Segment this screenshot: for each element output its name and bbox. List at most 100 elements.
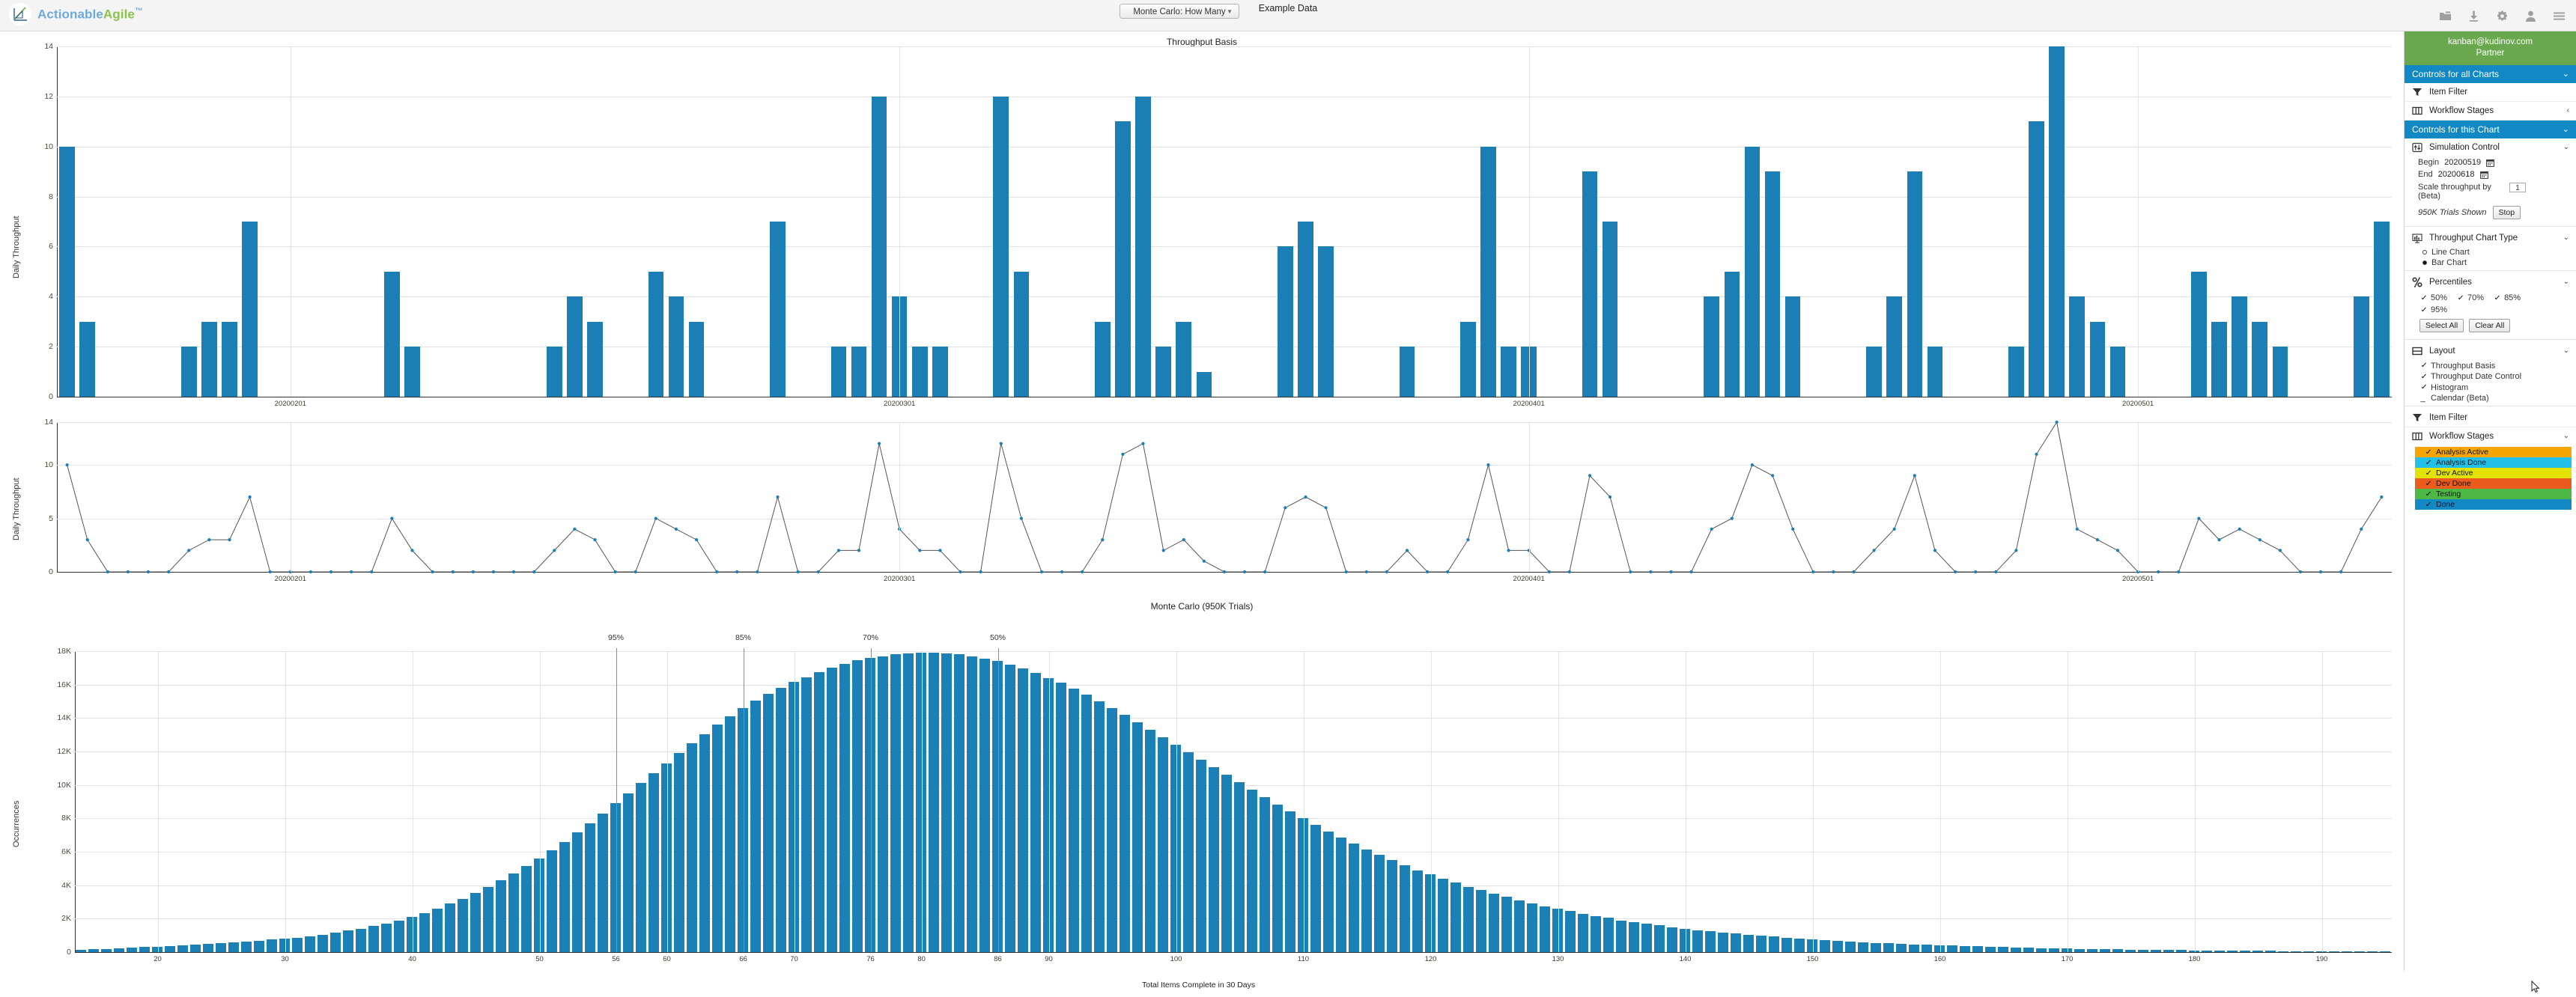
monte-carlo-title: Monte Carlo (950K Trials) bbox=[1150, 601, 1254, 612]
percentiles-checkbox-group: ✓ 50% ✓ 70% ✓ 85% ✓ 95% bbox=[2405, 291, 2541, 316]
menu-icon[interactable] bbox=[2553, 10, 2566, 22]
x-axis-tick: 40 bbox=[408, 955, 416, 963]
histogram-bar bbox=[165, 945, 175, 952]
x-grid-line bbox=[157, 651, 159, 952]
throughput-bar bbox=[1724, 271, 1740, 397]
throughput-bar bbox=[2374, 222, 2390, 397]
workflow-stage-item[interactable]: ✓ Testing bbox=[2415, 489, 2572, 499]
workflow-stage-item[interactable]: ✓ Analysis Active bbox=[2415, 447, 2572, 457]
percentile-checkbox-95[interactable]: ✓ 95% bbox=[2420, 305, 2447, 314]
sidebar-item-workflow-stages-global[interactable]: Workflow Stages ‹ bbox=[2405, 102, 2576, 121]
simulation-end-row[interactable]: End 20200618 bbox=[2405, 168, 2576, 180]
percentile-checkbox-50[interactable]: ✓ 50% bbox=[2420, 293, 2447, 302]
workflow-stage-item[interactable]: ✓ Analysis Done bbox=[2415, 457, 2572, 468]
histogram-bar bbox=[598, 813, 608, 952]
columns-icon bbox=[2412, 106, 2422, 116]
calendar-icon[interactable] bbox=[2486, 159, 2494, 167]
layout-option-throughput-date-control[interactable]: ✓ Throughput Date Control bbox=[2405, 371, 2576, 382]
layout-option-calendar[interactable]: _ Calendar (Beta) bbox=[2405, 393, 2576, 404]
histogram-bar bbox=[2176, 950, 2187, 952]
x-axis-tick: 20200501 bbox=[2121, 400, 2154, 408]
y-axis-tick: 10K bbox=[57, 780, 71, 790]
histogram-bar bbox=[1692, 930, 1703, 952]
histogram-bar bbox=[878, 656, 888, 952]
percentiles-header[interactable]: Percentiles ⌄ bbox=[2405, 273, 2576, 291]
folder-icon[interactable] bbox=[2439, 10, 2452, 22]
user-icon[interactable] bbox=[2524, 10, 2537, 22]
layout-icon bbox=[2412, 346, 2422, 356]
histogram-bar bbox=[368, 926, 379, 952]
unchecked-icon: _ bbox=[2420, 394, 2425, 403]
x-axis-tick: 20 bbox=[154, 955, 162, 963]
y-axis-tick: 2 bbox=[49, 342, 53, 352]
histogram-bar bbox=[343, 930, 353, 952]
x-axis-tick: 20200201 bbox=[274, 575, 306, 583]
monte-carlo-plot[interactable]: 0 2K 4K 6K 8K 10K 12K 14K 16K 18K 20 30 40 50 56 60 66 70… bbox=[57, 633, 2392, 963]
workflow-stage-item[interactable]: ✓ Dev Done bbox=[2415, 478, 2572, 489]
layout-option-throughput-basis[interactable]: ✓ Throughput Basis bbox=[2405, 360, 2576, 371]
sidebar-item-item-filter-chart[interactable]: Item Filter bbox=[2405, 409, 2576, 427]
y-axis-tick: 6 bbox=[49, 242, 53, 251]
check-icon: ✓ bbox=[2425, 490, 2432, 498]
throughput-chart-type-header[interactable]: Throughput Chart Type ⌄ bbox=[2405, 229, 2576, 247]
y-axis-tick: 14 bbox=[44, 42, 53, 51]
brand[interactable]: ActionableAgile™ bbox=[9, 3, 143, 25]
layout-header[interactable]: Layout ⌄ bbox=[2405, 342, 2576, 360]
histogram-bar bbox=[1845, 941, 1856, 952]
throughput-bar bbox=[1298, 222, 1313, 397]
x-axis-tick: 130 bbox=[1552, 955, 1564, 963]
y-axis-line bbox=[75, 651, 76, 952]
percentile-checkbox-85[interactable]: ✓ 85% bbox=[2494, 293, 2521, 302]
controls-for-all-charts-header[interactable]: Controls for all Charts ⌄ bbox=[2405, 65, 2576, 83]
workflow-stage-label: Dev Active bbox=[2436, 469, 2473, 478]
controls-for-this-chart-header[interactable]: Controls for this Chart ⌄ bbox=[2405, 121, 2576, 138]
chevron-down-icon: ⌄ bbox=[2563, 234, 2569, 242]
histogram-bar bbox=[101, 948, 112, 952]
top-icon-group bbox=[2439, 0, 2570, 31]
calendar-icon[interactable] bbox=[2479, 171, 2488, 179]
download-icon[interactable] bbox=[2467, 10, 2480, 22]
x-grid-line bbox=[899, 46, 901, 397]
throughput-bar bbox=[1115, 121, 1131, 397]
chart-type-dropdown[interactable]: Monte Carlo: How Many ▼ bbox=[1120, 4, 1239, 19]
throughput-basis-plot[interactable]: 0 2 4 6 8 10 12 14 20200201 20200301 20200401 20200… bbox=[44, 42, 2392, 408]
throughput-date-control-plot[interactable]: 0 5 10 14 20200201 20200301 20200401 20200501 bbox=[44, 418, 2392, 583]
workflow-stages-header[interactable]: Workflow Stages ⌄ bbox=[2405, 427, 2576, 445]
workflow-stage-item[interactable]: ✓ Done bbox=[2415, 499, 2572, 510]
scale-throughput-input[interactable]: 1 bbox=[2509, 183, 2526, 192]
throughput-bar bbox=[2272, 347, 2288, 397]
account-box[interactable]: kanban@kudinov.com Partner bbox=[2405, 31, 2576, 65]
histogram-bar bbox=[2151, 950, 2161, 952]
histogram-bar bbox=[1310, 825, 1321, 952]
histogram-bar bbox=[2227, 951, 2238, 952]
histogram-bar bbox=[1107, 707, 1117, 952]
clear-all-button[interactable]: Clear All bbox=[2469, 319, 2511, 332]
gear-icon[interactable] bbox=[2496, 10, 2509, 22]
chart-type-option-bar[interactable]: Bar Chart bbox=[2405, 257, 2576, 268]
histogram-bar bbox=[1272, 805, 1283, 952]
simulation-control-header[interactable]: Simulation Control ⌄ bbox=[2405, 138, 2576, 156]
check-icon: ✓ bbox=[2420, 372, 2428, 381]
throughput-bar bbox=[1704, 296, 1719, 397]
workflow-stage-item[interactable]: ✓ Dev Active bbox=[2415, 468, 2572, 478]
scale-throughput-row[interactable]: Scale throughput by (Beta) 1 bbox=[2405, 180, 2576, 202]
monte-carlo-xlabel: Total Items Complete in 30 Days bbox=[1142, 981, 1256, 990]
x-axis-tick: 160 bbox=[1933, 955, 1946, 963]
histogram-bar bbox=[1514, 900, 1525, 952]
histogram-bar bbox=[1781, 937, 1792, 952]
layout-option-label: Calendar (Beta) bbox=[2431, 394, 2489, 403]
stop-button[interactable]: Stop bbox=[2492, 206, 2521, 219]
percentile-line bbox=[870, 648, 872, 952]
percentile-label: 70% bbox=[2467, 293, 2485, 302]
simulation-begin-row[interactable]: Begin 20200519 bbox=[2405, 156, 2576, 168]
chart-type-option-line[interactable]: Line Chart bbox=[2405, 247, 2576, 257]
layout-option-histogram[interactable]: ✓ Histogram bbox=[2405, 382, 2576, 393]
select-all-button[interactable]: Select All bbox=[2419, 319, 2464, 332]
sidebar-item-item-filter-global[interactable]: Item Filter bbox=[2405, 83, 2576, 102]
percentile-checkbox-70[interactable]: ✓ 70% bbox=[2457, 293, 2485, 302]
x-axis-tick: 20200301 bbox=[884, 400, 916, 408]
y-axis-tick: 0 bbox=[67, 948, 71, 957]
check-icon: ✓ bbox=[2420, 362, 2428, 370]
histogram-bar bbox=[1629, 921, 1639, 952]
throughput-bar bbox=[546, 347, 562, 397]
